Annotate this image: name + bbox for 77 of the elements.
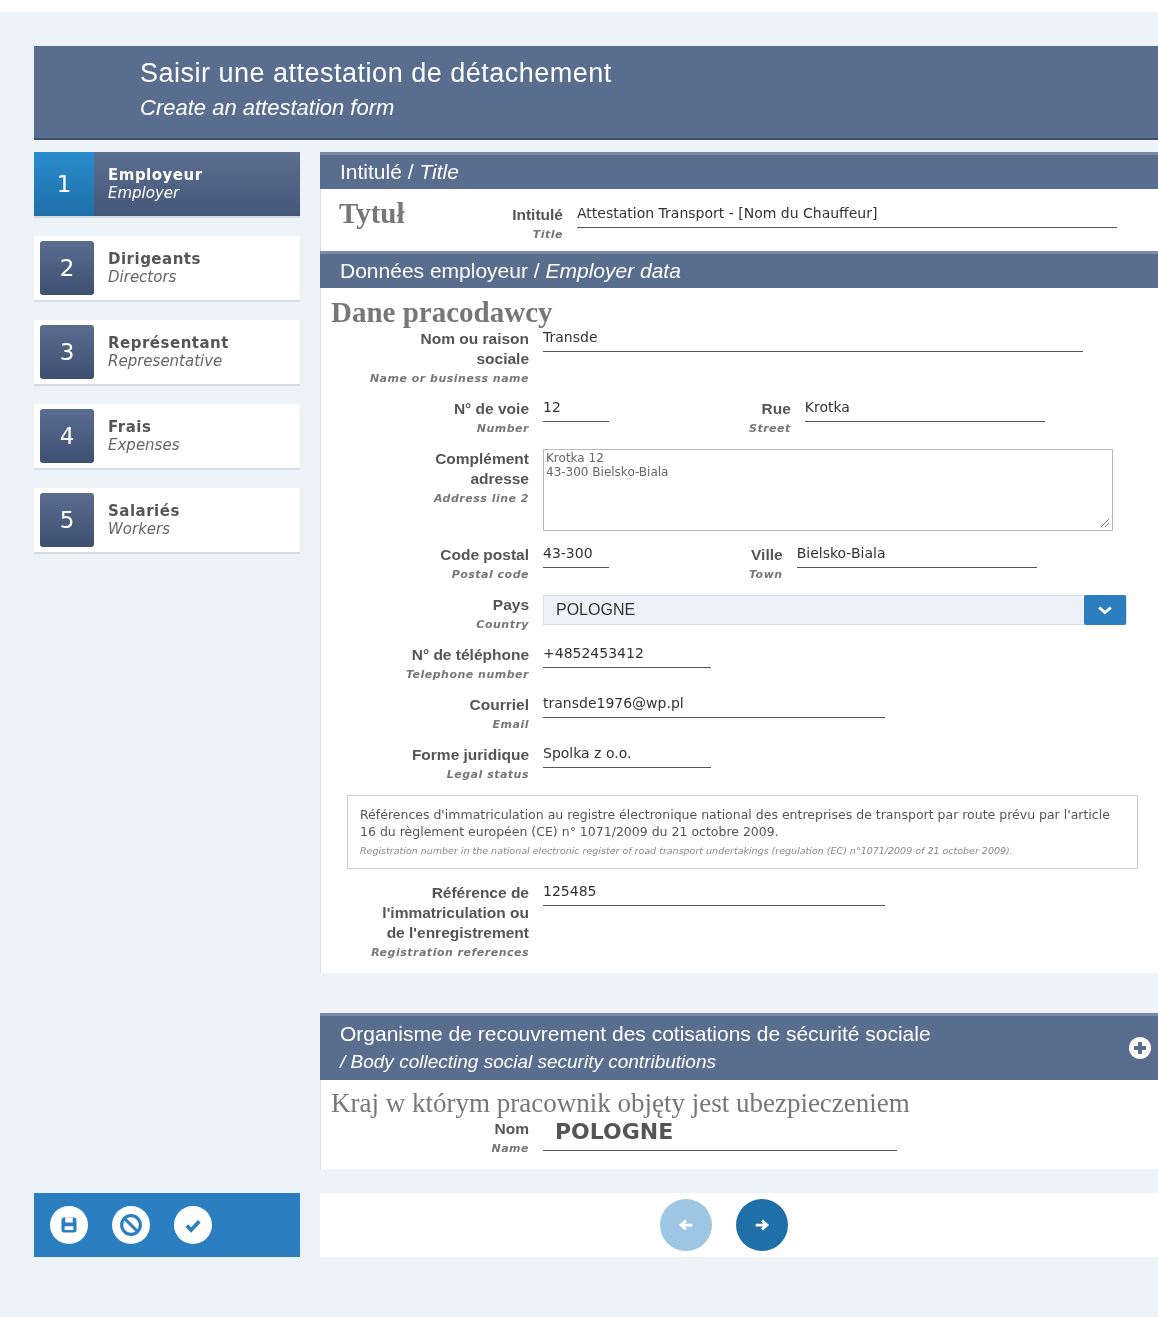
field-label: Code postal xyxy=(440,545,529,565)
section-heading: Dane pracodawcy xyxy=(331,296,554,329)
step-item[interactable]: 1 Employeur Employer xyxy=(34,152,300,216)
note-subtext: Registration number in the national electronic register of road transport undertakings (regulation (EC) n°1071/2009 of 21 october 2009). xyxy=(360,844,1014,858)
step-item[interactable]: 2 Dirigeants Directors xyxy=(34,236,300,300)
section-heading: Kraj w którym pracownik objęty jest ubezpieczeniem xyxy=(331,1088,911,1119)
step-label: Employeur xyxy=(108,166,203,184)
field-sublabel: Street xyxy=(749,422,791,435)
save-button[interactable] xyxy=(50,1206,88,1244)
field-sublabel: Town xyxy=(749,568,783,581)
step-label: Représentant xyxy=(108,334,229,352)
input-field[interactable]: Krotka xyxy=(804,399,1045,422)
input-field[interactable]: transde1976@wp.pl xyxy=(543,695,885,718)
field-label: Intitulé xyxy=(512,205,563,225)
step-number: 2 xyxy=(40,241,94,295)
step-number: 1 xyxy=(34,152,94,216)
plus-icon[interactable] xyxy=(1128,1036,1152,1060)
input-field[interactable]: 12 xyxy=(543,399,609,422)
next-button[interactable] xyxy=(736,1199,788,1251)
step-label: Salariés xyxy=(108,502,180,520)
step-sublabel: Representative xyxy=(108,352,224,370)
field-sublabel: Email xyxy=(491,718,529,731)
section-title: Données employeur / Employer data xyxy=(340,259,682,283)
dropdown-button[interactable] xyxy=(1084,595,1126,625)
field-sublabel: Name xyxy=(490,1142,529,1155)
input-field[interactable]: POLOGNE xyxy=(543,1119,897,1151)
field-label: Courriel xyxy=(469,695,529,715)
field-label: Pays xyxy=(492,595,529,615)
step-label: Frais xyxy=(108,418,153,436)
field-label: Nom ou raison sociale xyxy=(419,329,529,369)
page-subtitle: Create an attestation form xyxy=(140,95,396,121)
field-sublabel: Number xyxy=(475,422,529,435)
field-sublabel: Address line 2 xyxy=(432,492,529,505)
field-label: N° de voie xyxy=(453,399,529,419)
dropdown-value: POLOGNE xyxy=(555,601,636,619)
field-label: Ville xyxy=(751,545,783,565)
section-title: Intitulé / Title xyxy=(340,160,460,184)
field-sublabel: Postal code xyxy=(450,568,529,581)
country-dropdown[interactable]: POLOGNE xyxy=(543,595,1127,625)
step-sublabel: Workers xyxy=(108,520,172,538)
note-text: Références d'immatriculation au registre électronique national des entreprises de transport par route prévu par l'article 16 du règlement européen (CE) n° 1071/2009 du 21 octobre 2009. xyxy=(360,806,1111,840)
step-sublabel: Directors xyxy=(108,268,178,286)
section-heading: Tytuł xyxy=(338,197,406,231)
input-field[interactable]: Attestation Transport - [Nom du Chauffeur] xyxy=(577,205,1117,228)
field-sublabel: Country xyxy=(475,618,529,631)
step-number: 5 xyxy=(40,493,94,547)
field-sublabel: Telephone number xyxy=(404,668,529,681)
step-label: Dirigeants xyxy=(108,250,201,268)
field-label: Complément adresse xyxy=(434,449,529,489)
field-label: Rue xyxy=(761,399,791,419)
field-sublabel: Title xyxy=(531,228,563,241)
step-number: 4 xyxy=(40,409,94,463)
address-field[interactable]: Krotka 12 43-300 Bielsko-Biala xyxy=(543,449,1113,531)
validate-button[interactable] xyxy=(174,1206,212,1244)
cancel-button[interactable] xyxy=(112,1206,150,1244)
section-title: Organisme de recouvrement des cotisations de sécurité sociale / Body collecting social security contributions xyxy=(340,1021,932,1074)
step-item[interactable]: 4 Frais Expenses xyxy=(34,404,300,468)
field-sublabel: Registration references xyxy=(370,946,529,959)
field-label: Référence de l'immatriculation ou de l'enregistrement xyxy=(381,883,529,943)
step-sublabel: Expenses xyxy=(108,436,180,454)
step-item[interactable]: 5 Salariés Workers xyxy=(34,488,300,552)
input-field[interactable]: Transde xyxy=(543,329,1083,352)
input-field[interactable]: Spolka z o.o. xyxy=(543,745,711,768)
step-number: 3 xyxy=(40,325,94,379)
field-label: N° de téléphone xyxy=(411,645,529,665)
input-field[interactable]: 43-300 xyxy=(543,545,609,568)
field-label: Forme juridique xyxy=(411,745,529,765)
resize-handle-icon xyxy=(1099,517,1110,528)
field-label: Nom xyxy=(494,1119,529,1139)
field-sublabel: Name or business name xyxy=(368,372,529,385)
input-field[interactable]: +4852453412 xyxy=(543,645,711,668)
step-sublabel: Employer xyxy=(108,184,181,202)
page-title: Saisir une attestation de détachement xyxy=(140,58,613,89)
field-sublabel: Legal status xyxy=(445,768,529,781)
input-field[interactable]: 125485 xyxy=(543,883,885,906)
input-field[interactable]: Bielsko-Biala xyxy=(796,545,1037,568)
step-item[interactable]: 3 Représentant Representative xyxy=(34,320,300,384)
